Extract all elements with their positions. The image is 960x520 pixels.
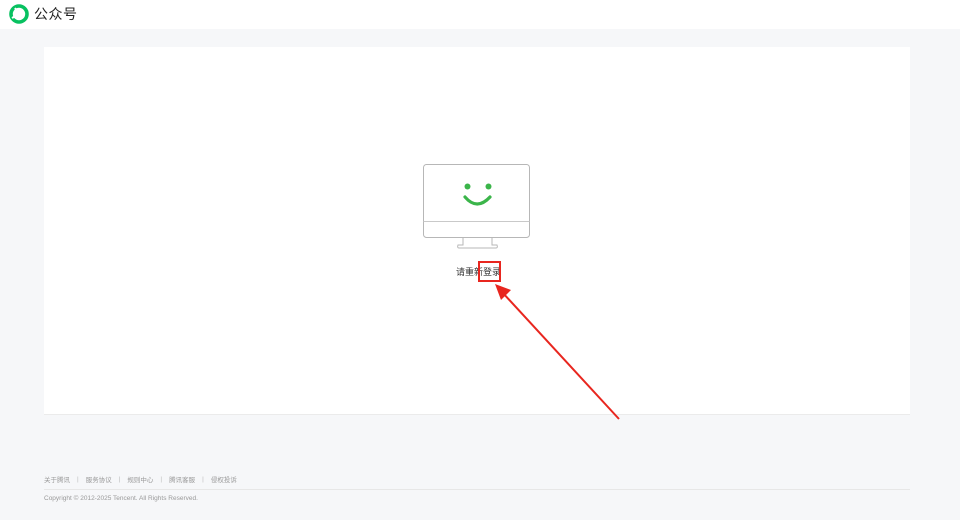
footer-separator: | [202, 475, 204, 483]
brand[interactable]: 公众号 [9, 4, 78, 24]
annotation-highlight-box [478, 261, 501, 282]
footer-link-infringement-report[interactable]: 侵权投诉 [211, 474, 237, 484]
footer-divider [44, 489, 910, 490]
top-bar: 公众号 [0, 0, 960, 29]
footer-link-customer-service[interactable]: 腾讯客服 [169, 474, 195, 484]
footer-link-about[interactable]: 关于腾讯 [44, 474, 70, 484]
footer-separator: | [118, 475, 121, 483]
copyright: Copyright © 2012-2025 Tencent. All Right… [44, 495, 198, 502]
wechat-official-account-logo-icon [9, 4, 29, 24]
footer-link-service-agreement[interactable]: 服务协议 [86, 474, 112, 484]
smiling-monitor-icon [422, 164, 532, 250]
brand-name: 公众号 [34, 6, 78, 22]
footer-separator: | [160, 475, 163, 483]
footer-links: 关于腾讯 | 服务协议 | 规则中心 | 腾讯客服 | 侵权投诉 [44, 474, 237, 485]
footer-link-rules-center[interactable]: 规则中心 [127, 474, 153, 484]
footer-separator: | [77, 475, 79, 483]
